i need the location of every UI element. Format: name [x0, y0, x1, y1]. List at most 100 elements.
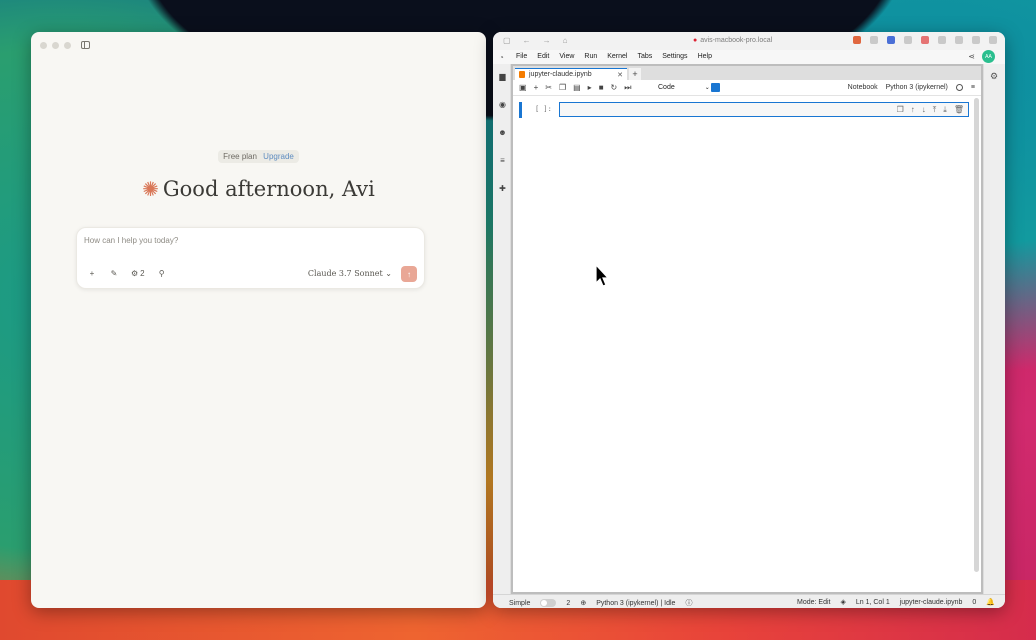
sidebar-icon[interactable]: ▢: [503, 36, 511, 45]
lock-icon: ●: [693, 37, 698, 44]
style-button[interactable]: ✎: [106, 266, 122, 280]
composer-input[interactable]: How can I help you today?: [84, 236, 178, 245]
chevron-down-icon: ⌄: [704, 85, 710, 91]
tools-button[interactable]: ⚙ 2: [128, 266, 148, 280]
plan-pill[interactable]: Free plan Upgrade: [218, 150, 299, 163]
integrations-button[interactable]: ⚲: [154, 266, 170, 280]
sidebar-toggle-icon[interactable]: [81, 41, 90, 49]
tab-notebook[interactable]: jupyter-claude.ipynb ✕: [515, 68, 627, 80]
notebook-panel: ▣ + ✂ ❐ ▤ ▸ ■ ↻ ⏭ Code ⌄ Notebook Python …: [513, 80, 981, 592]
new-tab-button[interactable]: +: [629, 68, 641, 80]
close-tab-icon[interactable]: ✕: [617, 71, 623, 79]
cell-prompt: [ ]:: [535, 105, 552, 113]
extension-icon[interactable]: [904, 36, 912, 44]
notification-count: 0: [972, 598, 977, 606]
paste-icon[interactable]: ▤: [573, 84, 581, 92]
fast-forward-icon[interactable]: ⏭: [624, 84, 631, 92]
tools-icon: ⚙: [131, 268, 139, 278]
kernel-status[interactable]: Python 3 (ipykernel) | Idle: [596, 600, 675, 607]
status-right: Mode: Edit ◈ Ln 1, Col 1 jupyter-claude.…: [797, 598, 995, 607]
menu-kernel[interactable]: Kernel: [607, 53, 627, 60]
add-cell-icon[interactable]: +: [534, 84, 539, 92]
copy-icon[interactable]: ❐: [559, 84, 566, 92]
add-attachment-button[interactable]: +: [84, 266, 100, 280]
composer-tools: + ✎ ⚙ 2 ⚲: [84, 266, 170, 280]
upgrade-link[interactable]: Upgrade: [263, 152, 294, 161]
menu-tabs[interactable]: Tabs: [637, 53, 652, 60]
minimize-dot[interactable]: [52, 42, 59, 49]
message-composer[interactable]: How can I help you today? + ✎ ⚙ 2 ⚲ Claud…: [76, 227, 425, 289]
arrow-up-icon: ↑: [407, 269, 411, 279]
extension-icon[interactable]: [921, 36, 929, 44]
forward-icon[interactable]: →: [543, 36, 551, 45]
simple-mode-toggle[interactable]: [540, 599, 557, 607]
extension-icon[interactable]: [938, 36, 946, 44]
extensions-icon[interactable]: ✚: [498, 184, 507, 193]
folder-icon[interactable]: ▆: [498, 72, 507, 81]
link-icon: ⚲: [158, 268, 165, 278]
send-button[interactable]: ↑: [401, 266, 417, 282]
menu-icon[interactable]: ≡: [971, 84, 975, 91]
notebook-label[interactable]: Notebook: [848, 84, 878, 91]
close-dot[interactable]: [40, 42, 47, 49]
notebook-icon: [519, 71, 525, 78]
jupyter-menubar: ◔ File Edit View Run Kernel Tabs Setting…: [493, 50, 1005, 64]
menu-file[interactable]: File: [516, 53, 527, 60]
format-icon[interactable]: [711, 83, 720, 92]
run-icon[interactable]: ▸: [588, 84, 592, 92]
save-icon[interactable]: ▣: [519, 84, 527, 92]
menu-help[interactable]: Help: [698, 53, 712, 60]
claude-window: Free plan Upgrade ✺ Good afternoon, Avi H…: [31, 32, 486, 608]
kernel-name[interactable]: Python 3 (ipykernel): [886, 84, 948, 91]
duplicate-icon[interactable]: ❐: [897, 105, 904, 115]
extension-icon[interactable]: [955, 36, 963, 44]
property-inspector-icon[interactable]: ⚙: [990, 71, 998, 82]
extension-icon[interactable]: [989, 36, 997, 44]
extension-icon[interactable]: [853, 36, 861, 44]
code-cell[interactable]: [ ]: ❐ ↑ ↓ ⤒ ⤓ 🗑: [519, 102, 969, 118]
cell-type-select[interactable]: Code ⌄: [658, 84, 710, 91]
toc-icon[interactable]: ≡: [498, 156, 507, 165]
stop-icon[interactable]: ■: [599, 84, 604, 92]
pen-icon: ✎: [110, 268, 118, 278]
move-up-icon[interactable]: ↑: [911, 105, 915, 115]
cell-toolbar: ❐ ↑ ↓ ⤒ ⤓ 🗑: [897, 105, 964, 115]
shield-icon: ◈: [840, 599, 846, 606]
insert-below-icon[interactable]: ⤓: [943, 105, 947, 115]
window-controls[interactable]: [40, 42, 71, 49]
greeting-text: Good afternoon, Avi: [162, 177, 375, 201]
address-bar[interactable]: ● avis-macbook-pro.local: [693, 37, 772, 44]
insert-above-icon[interactable]: ⤒: [933, 105, 937, 115]
user-avatar[interactable]: AA: [982, 50, 995, 63]
notebook-toolbar: ▣ + ✂ ❐ ▤ ▸ ■ ↻ ⏭ Code ⌄ Notebook Python …: [513, 80, 981, 96]
menu-view[interactable]: View: [559, 53, 574, 60]
cursor-position[interactable]: Ln 1, Col 1: [856, 599, 890, 606]
menu-run[interactable]: Run: [584, 53, 597, 60]
model-selector[interactable]: Claude 3.7 Sonnet ⌄: [308, 269, 392, 278]
kernel-status-icon: [955, 84, 963, 91]
cell-collapser[interactable]: [519, 102, 522, 118]
extension-icon[interactable]: [870, 36, 878, 44]
tab-label: jupyter-claude.ipynb: [529, 71, 592, 78]
zoom-dot[interactable]: [64, 42, 71, 49]
toolbar-icons: ▣ + ✂ ❐ ▤ ▸ ■ ↻ ⏭: [519, 84, 631, 92]
cut-icon[interactable]: ✂: [545, 84, 552, 92]
info-icon[interactable]: ⓘ: [685, 598, 692, 608]
menu-edit[interactable]: Edit: [537, 53, 549, 60]
delete-icon[interactable]: 🗑: [954, 105, 964, 115]
extension-icon[interactable]: [887, 36, 895, 44]
home-icon[interactable]: ⌂: [563, 36, 568, 45]
tab-bar: jupyter-claude.ipynb ✕ +: [513, 66, 981, 80]
menu-settings[interactable]: Settings: [662, 53, 687, 60]
running-icon[interactable]: ◉: [498, 100, 507, 109]
collaborators-icon[interactable]: ☻: [498, 128, 507, 137]
back-icon[interactable]: ←: [523, 36, 531, 45]
plus-icon: +: [89, 268, 95, 278]
bell-icon[interactable]: 🔔: [986, 598, 995, 606]
extension-icon[interactable]: [972, 36, 980, 44]
cell-input[interactable]: ❐ ↑ ↓ ⤒ ⤓ 🗑: [559, 102, 969, 117]
restart-icon[interactable]: ↻: [611, 84, 618, 92]
move-down-icon[interactable]: ↓: [922, 105, 926, 115]
scrollbar[interactable]: [974, 98, 979, 572]
share-icon[interactable]: ⋖: [968, 52, 975, 61]
